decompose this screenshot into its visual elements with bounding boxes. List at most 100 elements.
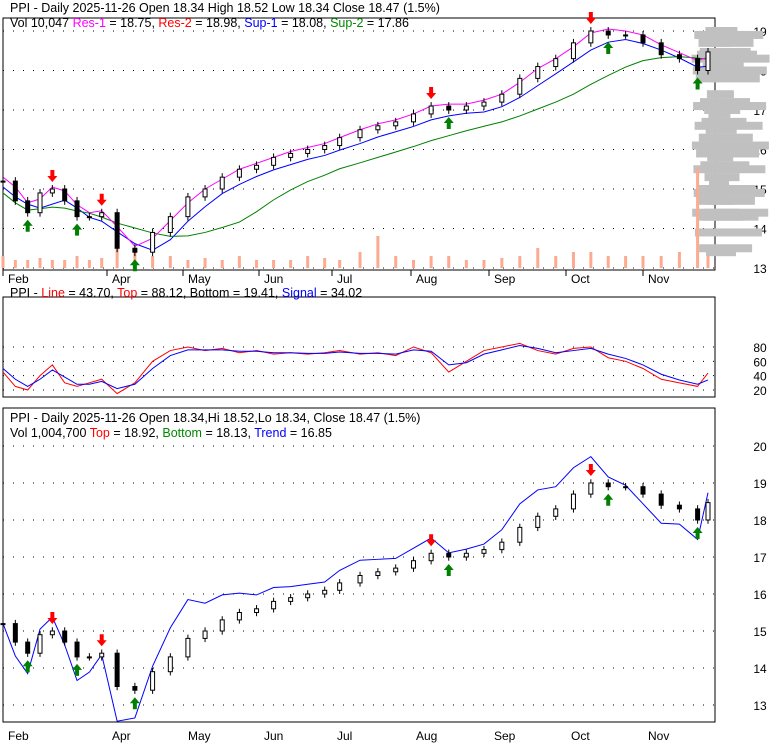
p3-candle — [481, 549, 487, 554]
volume-bar — [571, 252, 575, 268]
trend-line — [2, 455, 709, 722]
volume-bar — [412, 260, 416, 268]
p3-candle — [271, 600, 277, 610]
volume-bar — [186, 260, 190, 268]
p3-price-tick-label: 15 — [753, 625, 767, 639]
p1-candle — [676, 54, 682, 60]
p3-candle — [254, 608, 260, 613]
month-label-bottom: Feb — [8, 729, 29, 743]
p3-candle — [517, 526, 523, 543]
p3-candle — [236, 612, 242, 621]
p1-candle — [705, 51, 711, 72]
p3-candle — [499, 541, 505, 551]
p3-candle — [463, 552, 469, 558]
up-arrow-icon — [692, 527, 703, 539]
volume-bar — [75, 256, 79, 268]
volume-bar — [151, 256, 155, 268]
p3-candle — [49, 630, 55, 636]
p1-candle — [695, 58, 701, 72]
month-label-top: Sep — [494, 272, 516, 286]
p1-candle — [99, 212, 105, 218]
down-arrow-icon — [47, 170, 58, 182]
p1-candle — [271, 156, 277, 166]
month-label-top: Jun — [264, 272, 283, 286]
down-arrow-icon — [47, 612, 58, 624]
p3-candle — [12, 623, 18, 643]
volume-bar — [203, 258, 207, 268]
volume-bar — [706, 256, 710, 268]
p1-candle — [202, 188, 208, 198]
p3-candle — [428, 552, 434, 562]
month-label-top: Oct — [571, 272, 590, 286]
osc-bottom-label: Bottom — [189, 286, 230, 300]
volume-profile-bar — [697, 185, 756, 193]
p1-candle — [132, 247, 138, 253]
p3-candle — [114, 652, 120, 688]
p3-price-tick-label: 14 — [753, 662, 767, 676]
p1-candle — [463, 105, 469, 111]
volume-bar — [482, 260, 486, 268]
p3-price-tick-label: 19 — [753, 477, 767, 491]
volume-profile-bar — [695, 74, 760, 83]
down-arrow-icon — [96, 634, 107, 647]
p1-candle — [254, 164, 260, 170]
res1-value: = 18.75, — [105, 16, 159, 30]
p1-candle — [74, 200, 80, 218]
osc-signal-label: Signal — [281, 286, 317, 300]
volume-profile-bar — [700, 98, 750, 107]
volume-bar — [696, 168, 700, 268]
panel1-levels: Vol 10,047 Res-1 = 18.75, Res-2 = 18.98,… — [10, 16, 440, 31]
osc-tick-label: 20 — [753, 384, 767, 398]
p3-candle — [25, 641, 31, 654]
p1-candle — [517, 77, 523, 95]
volume-profile-bar — [706, 248, 736, 257]
volume-bar — [624, 256, 628, 268]
volume-bar — [272, 260, 276, 268]
volume-profile-bar — [701, 30, 748, 39]
volume-bar — [13, 260, 17, 268]
volume-bar — [323, 258, 327, 268]
osc-bottom-value: = 19.41, — [229, 286, 282, 300]
volume-bar — [606, 256, 610, 268]
volume-profile-bar — [708, 192, 730, 201]
p3-price-tick-label: 13 — [753, 699, 767, 713]
p3-candle — [99, 652, 105, 658]
p3-candle — [553, 508, 559, 517]
month-label-top: Nov — [648, 272, 669, 286]
p1-candle — [305, 149, 311, 154]
p3-candle — [357, 575, 363, 584]
p3-candle — [74, 641, 80, 658]
up-arrow-icon — [72, 223, 83, 236]
month-label-bottom: Jul — [337, 729, 352, 743]
volume-profile-bar — [698, 133, 753, 142]
p3-top-label: Top — [89, 426, 110, 440]
p1-candle — [25, 200, 31, 214]
down-arrow-icon — [426, 534, 437, 547]
p3-candle — [535, 515, 541, 528]
month-label-bottom: Oct — [571, 729, 590, 743]
month-label-top: Apr — [112, 272, 131, 286]
down-arrow-icon — [96, 193, 107, 206]
osc-tick-label: 40 — [753, 370, 767, 384]
month-label-bottom: Aug — [416, 729, 437, 743]
month-label-bottom: May — [188, 729, 211, 743]
p1-candle — [658, 42, 664, 56]
volume-bar — [518, 256, 522, 268]
down-arrow-icon — [585, 12, 596, 24]
osc-top-label: Top — [117, 286, 138, 300]
volume-bar — [1, 256, 5, 268]
p1-candle — [185, 196, 191, 218]
p3-top-value: = 18.92, — [109, 426, 163, 440]
p3-candle — [185, 637, 191, 658]
p3-trend-value: = 16.85 — [286, 426, 332, 440]
volume-profile-bar — [706, 90, 734, 99]
p3-price-tick-label: 17 — [753, 551, 767, 565]
p3-candle — [288, 597, 294, 602]
p1-candle — [553, 58, 559, 68]
sup1-value: = 18.08, — [277, 16, 331, 30]
volume-bar — [338, 260, 342, 268]
volume-bar — [589, 252, 593, 268]
p3-price-tick-label: 16 — [753, 588, 767, 602]
up-arrow-icon — [443, 564, 454, 576]
p3-candle — [623, 486, 629, 489]
